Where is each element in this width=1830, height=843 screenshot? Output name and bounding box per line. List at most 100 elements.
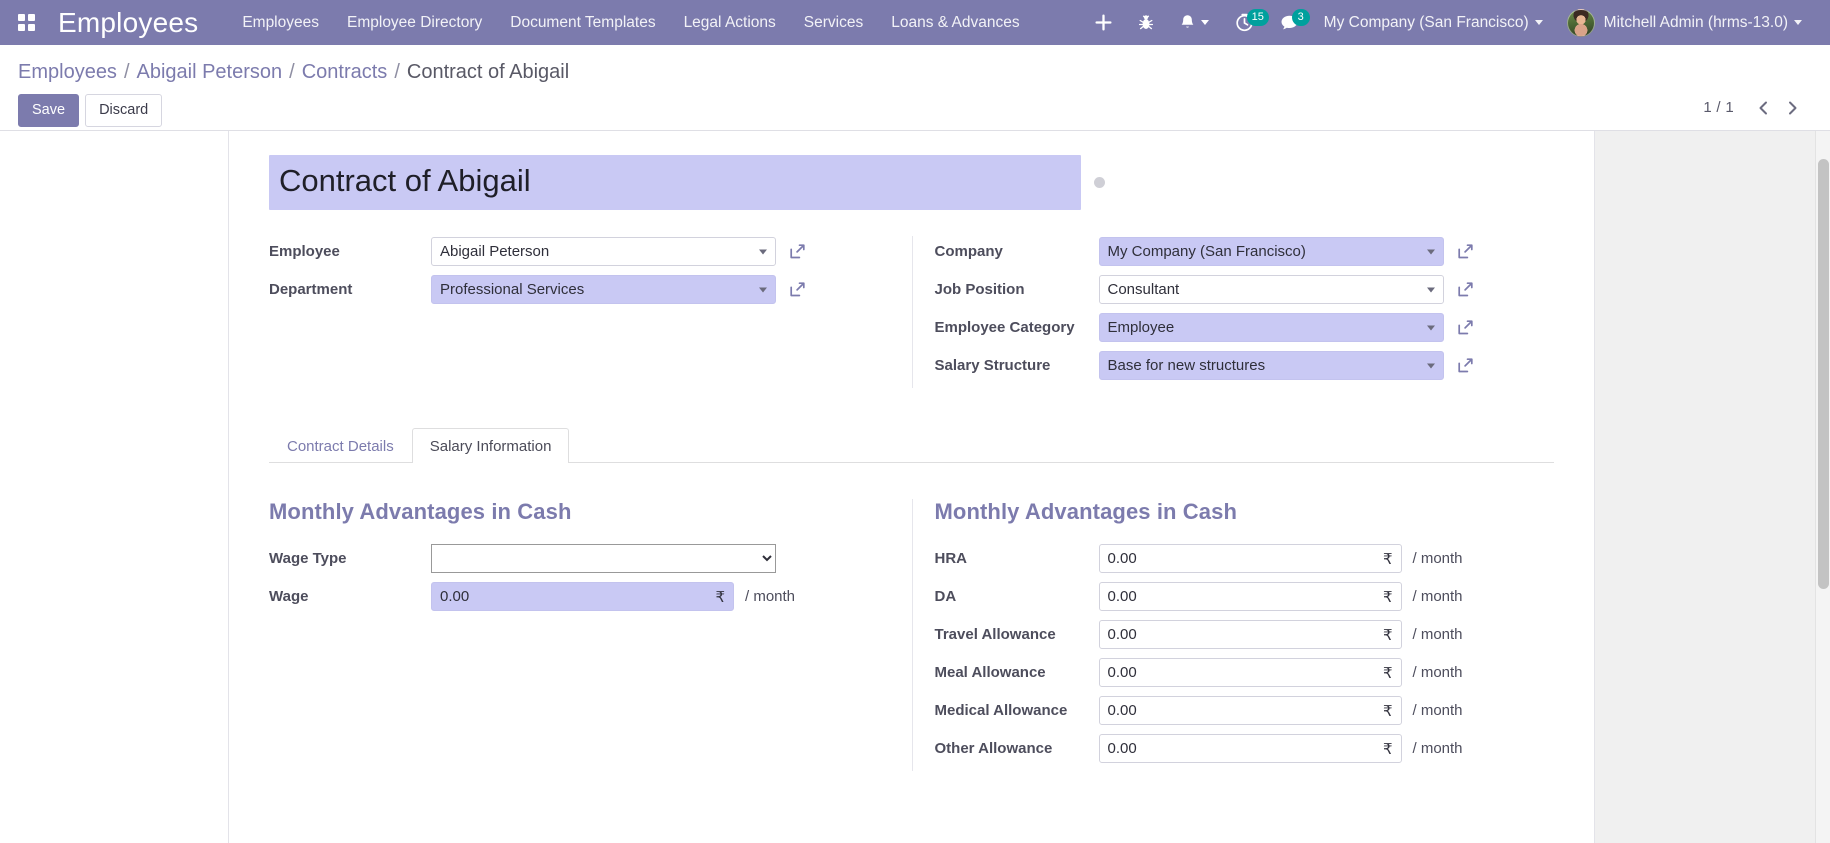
department-select[interactable]: Professional Services (431, 275, 776, 305)
avatar (1566, 8, 1595, 37)
wage-value: 0.00 (440, 588, 470, 606)
breadcrumb-item-contracts[interactable]: Contracts (302, 61, 388, 83)
wage-type-select[interactable] (431, 544, 776, 574)
discard-button[interactable]: Discard (85, 94, 163, 128)
chevron-down-icon (1426, 249, 1435, 255)
field-salary-structure: Base for new structures (1098, 351, 1555, 381)
pager-next-button[interactable] (1778, 100, 1808, 116)
apps-menu-button[interactable] (10, 7, 42, 39)
pager-value: 1 / 1 (1703, 99, 1734, 116)
department-value: Professional Services (440, 281, 585, 299)
menu-item-legal-actions[interactable]: Legal Actions (670, 0, 790, 45)
field-row-travel-allowance: Travel Allowance 0.00 ₹ / month (935, 619, 1555, 650)
job-position-internal-link-icon[interactable] (1457, 281, 1474, 298)
salary-group-right: Monthly Advantages in Cash HRA 0.00 ₹ / … (911, 499, 1555, 772)
hra-unit-label: / month (1412, 550, 1463, 568)
menu-item-employees[interactable]: Employees (228, 0, 333, 45)
bug-icon[interactable] (1125, 0, 1167, 45)
da-value: 0.00 (1107, 588, 1137, 606)
breadcrumb-item-abigail-peterson[interactable]: Abigail Peterson (137, 61, 283, 83)
menu-item-employee-directory[interactable]: Employee Directory (333, 0, 496, 45)
employee-category-value: Employee (1107, 319, 1175, 337)
tab-contract-details[interactable]: Contract Details (269, 428, 412, 463)
field-row-salary-structure: Salary Structure Base for new structures (935, 350, 1555, 381)
travel-allowance-value: 0.00 (1107, 626, 1137, 644)
label-salary-structure: Salary Structure (934, 357, 1051, 375)
hra-input[interactable]: 0.00 ₹ (1098, 544, 1402, 574)
employee-select[interactable]: Abigail Peterson (431, 237, 776, 267)
contract-name-input[interactable] (269, 155, 1081, 211)
chevron-down-icon (759, 287, 767, 293)
sheet-left-gutter (0, 131, 228, 843)
company-value: My Company (San Francisco) (1107, 243, 1306, 261)
breadcrumb-separator: / (123, 61, 130, 83)
department-internal-link-icon[interactable] (789, 281, 806, 298)
label-medical-allowance: Medical Allowance (934, 702, 1068, 720)
tab-salary-information[interactable]: Salary Information (411, 428, 570, 464)
navbar-right-group: 15 3 My Company (San Francisco) Mitchell… (1082, 0, 1814, 45)
company-select[interactable]: My Company (San Francisco) (1098, 237, 1444, 267)
menu-item-document-templates[interactable]: Document Templates (496, 0, 669, 45)
job-position-select[interactable]: Consultant (1098, 275, 1444, 305)
field-company: My Company (San Francisco) (1098, 237, 1555, 267)
field-other-allowance: 0.00 ₹ / month (1098, 734, 1555, 764)
main-menu: Employees Employee Directory Document Te… (228, 0, 1033, 45)
top-navbar: Employees Employees Employee Directory D… (0, 0, 1830, 45)
label-wage: Wage (269, 588, 309, 606)
chevron-down-icon (1426, 363, 1435, 369)
wage-unit-label: / month (745, 588, 796, 606)
employee-category-internal-link-icon[interactable] (1457, 319, 1474, 336)
field-group-right: Company My Company (San Francisco) Job P… (911, 236, 1555, 389)
main-field-groups: Employee Abigail Peterson Department Pro… (269, 236, 1555, 389)
salary-field-groups: Monthly Advantages in Cash Wage Type Wag… (269, 499, 1555, 772)
label-travel-allowance: Travel Allowance (934, 626, 1056, 644)
breadcrumb-item-current: Contract of Abigail (406, 61, 570, 83)
company-internal-link-icon[interactable] (1457, 243, 1474, 260)
section-title-right: Monthly Advantages in Cash (934, 499, 1237, 525)
user-menu[interactable]: Mitchell Admin (hrms-13.0) (1555, 0, 1814, 45)
field-row-da: DA 0.00 ₹ / month (935, 581, 1555, 612)
employee-category-select[interactable]: Employee (1098, 313, 1444, 343)
da-input[interactable]: 0.00 ₹ (1098, 582, 1402, 612)
currency-symbol-icon: ₹ (1382, 550, 1393, 568)
label-da: DA (934, 588, 957, 606)
travel-allowance-input[interactable]: 0.00 ₹ (1098, 620, 1402, 650)
apps-grid-icon (17, 14, 35, 31)
employee-internal-link-icon[interactable] (789, 243, 806, 260)
label-department: Department (269, 281, 353, 299)
other-allowance-input[interactable]: 0.00 ₹ (1098, 734, 1402, 764)
breadcrumb-item-employees[interactable]: Employees (18, 61, 117, 83)
menu-item-services[interactable]: Services (790, 0, 877, 45)
scrollbar-thumb[interactable] (1818, 159, 1829, 589)
activity-clock-icon[interactable]: 15 (1222, 0, 1269, 45)
salary-structure-internal-link-icon[interactable] (1457, 357, 1474, 374)
company-switcher[interactable]: My Company (San Francisco) (1312, 0, 1555, 45)
field-row-meal-allowance: Meal Allowance 0.00 ₹ / month (935, 657, 1555, 688)
da-unit-label: / month (1412, 588, 1463, 606)
app-brand-title[interactable]: Employees (58, 7, 198, 39)
medical-allowance-value: 0.00 (1107, 702, 1137, 720)
label-other-allowance: Other Allowance (934, 740, 1053, 758)
messages-chat-icon[interactable]: 3 (1267, 0, 1312, 45)
breadcrumb-separator: / (394, 61, 400, 83)
form-view-content: Employee Abigail Peterson Department (0, 131, 1830, 843)
field-employee: Abigail Peterson (431, 237, 892, 267)
medical-allowance-input[interactable]: 0.00 ₹ (1098, 696, 1402, 726)
tab-pane-salary-information: Monthly Advantages in Cash Wage Type Wag… (269, 463, 1555, 772)
salary-structure-select[interactable]: Base for new structures (1098, 351, 1444, 381)
field-row-hra: HRA 0.00 ₹ / month (935, 543, 1555, 574)
pager-previous-button[interactable] (1748, 100, 1778, 116)
wage-input[interactable]: 0.00 ₹ (431, 582, 734, 612)
vertical-scrollbar[interactable] (1815, 131, 1830, 843)
menu-item-loans-advances[interactable]: Loans & Advances (877, 0, 1033, 45)
status-dot (1094, 177, 1105, 189)
save-button[interactable]: Save (18, 94, 80, 128)
salary-structure-value: Base for new structures (1107, 357, 1266, 375)
meal-allowance-input[interactable]: 0.00 ₹ (1098, 658, 1402, 688)
chevron-down-icon (1200, 20, 1209, 25)
field-row-employee: Employee Abigail Peterson (269, 236, 892, 267)
plus-icon[interactable] (1082, 0, 1125, 45)
bell-icon[interactable] (1167, 0, 1222, 45)
employee-value: Abigail Peterson (440, 243, 550, 261)
label-employee-category: Employee Category (934, 319, 1075, 337)
